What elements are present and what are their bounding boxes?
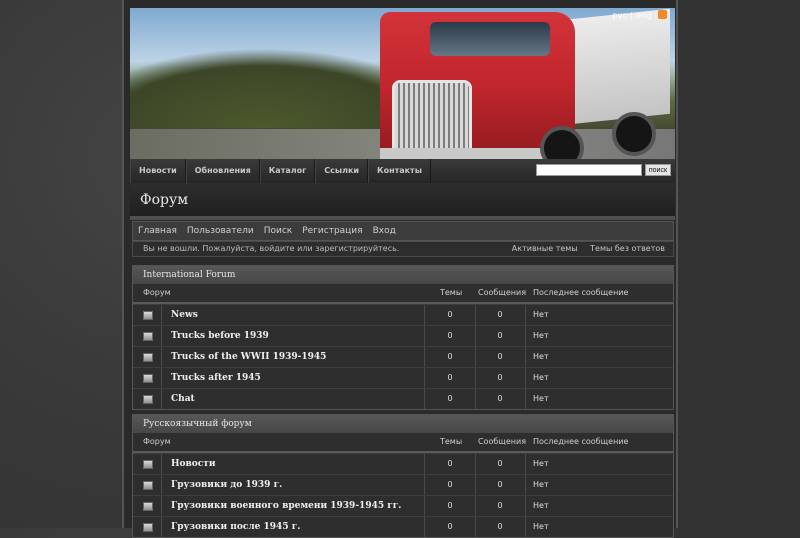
table-row: Новости 0 0 Нет [133,453,673,474]
posts-count: 0 [475,517,526,537]
menu-item-home[interactable]: Главная [133,222,182,240]
last-post: Нет [533,459,549,468]
last-post: Нет [533,331,549,340]
table-row: Грузовики до 1939 г. 0 0 Нет [133,474,673,495]
last-post: Нет [533,480,549,489]
table-row: Trucks before 1939 0 0 Нет [133,325,673,346]
table-row: Грузовики после 1945 г. 0 0 Нет [133,516,673,537]
last-post: Нет [533,522,549,531]
forum-category: Русскоязычный форум Форум Темы Сообщения… [132,414,674,538]
login-status-bar: Вы не вошли. Пожалуйста, войдите или зар… [132,241,674,257]
forum-icon [143,395,153,404]
posts-count: 0 [475,496,526,516]
forum-menu: Главная Пользователи Поиск Регистрация В… [132,221,674,241]
banner-trailer [570,8,670,125]
forum-category: International Forum Форум Темы Сообщения… [132,265,674,410]
last-post: Нет [533,310,549,319]
table-row: Trucks after 1945 0 0 Нет [133,367,673,388]
table-row: Trucks of the WWII 1939-1945 0 0 Нет [133,346,673,367]
posts-count: 0 [475,347,526,367]
topics-count: 0 [425,475,476,495]
column-headers: Форум Темы Сообщения Последнее сообщение [133,433,673,453]
col-last: Последнее сообщение [533,288,629,297]
col-posts: Сообщения [478,288,527,297]
lang-separator: | [630,11,634,20]
nav-item-catalog[interactable]: Каталог [259,159,316,183]
menu-item-users[interactable]: Пользователи [182,222,259,240]
search-form: поиск [535,164,671,176]
language-switcher: рус | eng [612,10,667,20]
page-title: Форум [140,192,189,208]
title-bar: Форум [130,183,675,216]
page-wrapper: рус | eng Новости Обновления Каталог Ссы… [122,0,678,538]
forum-link[interactable]: Trucks of the WWII 1939-1945 [161,347,425,367]
table-row: Chat 0 0 Нет [133,388,673,409]
forum-link[interactable]: Грузовики после 1945 г. [161,517,425,537]
col-last: Последнее сообщение [533,437,629,446]
last-post: Нет [533,373,549,382]
posts-count: 0 [475,305,526,325]
topics-count: 0 [425,496,476,516]
forum-icon [143,353,153,362]
menu-item-register[interactable]: Регистрация [297,222,367,240]
col-forum: Форум [143,437,171,446]
column-headers: Форум Темы Сообщения Последнее сообщение [133,284,673,304]
last-post: Нет [533,352,549,361]
rss-icon[interactable] [658,10,667,19]
posts-count: 0 [475,475,526,495]
topics-count: 0 [425,368,476,388]
banner-windshield [430,22,550,56]
menu-item-login[interactable]: Вход [368,222,401,240]
col-topics: Темы [440,288,463,297]
category-title: International Forum [133,266,673,284]
topics-count: 0 [425,305,476,325]
topics-count: 0 [425,517,476,537]
nav-item-updates[interactable]: Обновления [185,159,260,183]
posts-count: 0 [475,368,526,388]
banner-wheel [612,112,656,156]
table-row: Грузовики военного времени 1939-1945 гг.… [133,495,673,516]
menu-item-search[interactable]: Поиск [259,222,298,240]
forum-link[interactable]: Trucks before 1939 [161,326,425,346]
forum-link[interactable]: Грузовики военного времени 1939-1945 гг. [161,496,425,516]
search-input[interactable] [535,164,642,176]
forum-link[interactable]: Chat [161,389,425,409]
table-row: News 0 0 Нет [133,304,673,325]
main-nav: Новости Обновления Каталог Ссылки Контак… [130,159,675,183]
search-button[interactable]: поиск [644,164,671,176]
nav-item-news[interactable]: Новости [130,159,186,183]
forum-icon [143,374,153,383]
topics-count: 0 [425,389,476,409]
nav-item-contacts[interactable]: Контакты [368,159,431,183]
forum-link[interactable]: Trucks after 1945 [161,368,425,388]
category-title: Русскоязычный форум [133,415,673,433]
topics-count: 0 [425,347,476,367]
forum-icon [143,460,153,469]
col-forum: Форум [143,288,171,297]
forum-icon [143,502,153,511]
header-banner: рус | eng [130,8,675,159]
forum-icon [143,481,153,490]
login-message: Вы не вошли. Пожалуйста, войдите или зар… [143,244,400,253]
posts-count: 0 [475,454,526,474]
forum-link[interactable]: News [161,305,425,325]
last-post: Нет [533,394,549,403]
topics-count: 0 [425,454,476,474]
unanswered-topics-link[interactable]: Темы без ответов [590,244,665,253]
lang-en-link[interactable]: eng [636,11,652,20]
forum-icon [143,311,153,320]
last-post: Нет [533,501,549,510]
divider [130,216,675,220]
col-topics: Темы [440,437,463,446]
active-topics-link[interactable]: Активные темы [512,244,578,253]
col-posts: Сообщения [478,437,527,446]
topics-count: 0 [425,326,476,346]
nav-item-links[interactable]: Ссылки [315,159,369,183]
lang-ru-link[interactable]: рус [612,11,627,20]
posts-count: 0 [475,326,526,346]
posts-count: 0 [475,389,526,409]
forum-icon [143,332,153,341]
forum-link[interactable]: Новости [161,454,425,474]
forum-link[interactable]: Грузовики до 1939 г. [161,475,425,495]
